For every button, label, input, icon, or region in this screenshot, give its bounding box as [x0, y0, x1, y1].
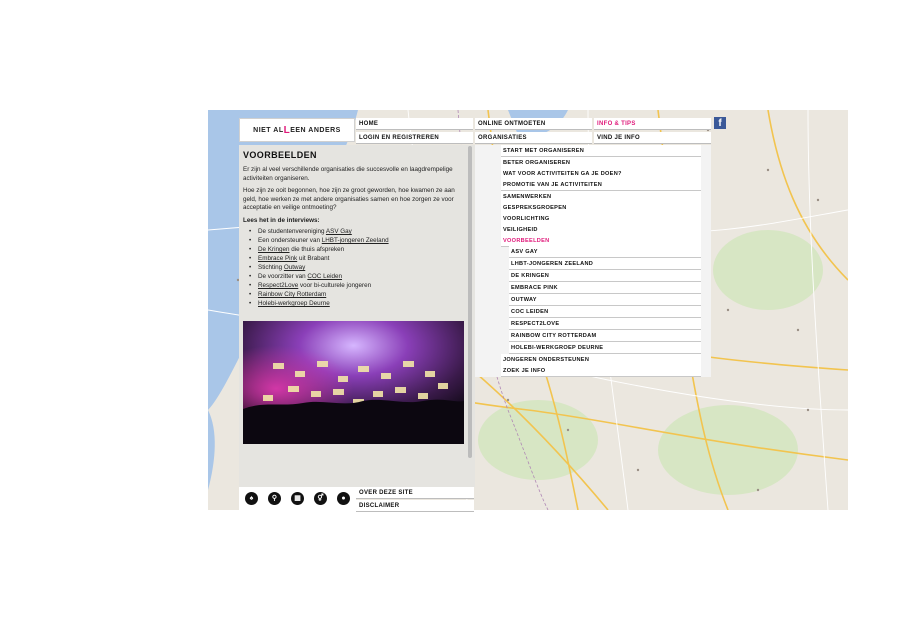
- nav-login[interactable]: LOGIN EN REGISTREREN: [356, 132, 473, 144]
- interview-link[interactable]: LHBT-jongeren Zeeland: [322, 237, 389, 244]
- interviews-list: De studentenvereniging ASV Gay Een onder…: [249, 227, 463, 308]
- list-item: De voorzitter van COC Leiden: [249, 272, 463, 281]
- page-title: VOORBEELDEN: [243, 150, 317, 160]
- dropdown-subitem[interactable]: ASV GAY: [509, 246, 701, 258]
- person-icon[interactable]: ♠: [245, 492, 258, 505]
- list-item: De Kringen die thuis afspreken: [249, 245, 463, 254]
- nav-organisaties[interactable]: ORGANISATIES: [475, 132, 592, 144]
- calendar-icon[interactable]: ▦: [291, 492, 304, 505]
- list-item: Stichting Outway: [249, 263, 463, 272]
- dropdown-subitem[interactable]: RAINBOW CITY ROTTERDAM: [509, 330, 701, 342]
- interview-link[interactable]: Rainbow City Rotterdam: [258, 291, 326, 298]
- over-deze-site-link[interactable]: OVER DEZE SITE: [356, 487, 474, 499]
- interview-link[interactable]: Outway: [284, 264, 305, 271]
- facebook-icon[interactable]: f: [714, 117, 726, 129]
- dropdown-subitem[interactable]: HOLEBI-WERKGROEP DEURNE: [509, 342, 701, 354]
- dropdown-item[interactable]: ZOEK JE INFO: [501, 365, 701, 377]
- nav-vind-je-info[interactable]: VIND JE INFO: [594, 132, 711, 144]
- dropdown-subitem[interactable]: RESPECT2LOVE: [509, 318, 701, 330]
- interview-link[interactable]: De Kringen: [258, 246, 290, 253]
- event-photo: [243, 321, 464, 444]
- content-scrollbar[interactable]: [468, 146, 472, 458]
- interview-link[interactable]: ASV Gay: [326, 228, 352, 235]
- nav-info-tips[interactable]: INFO & TIPS: [594, 118, 711, 130]
- dropdown-subitem[interactable]: LHBT-JONGEREN ZEELAND: [509, 258, 701, 270]
- dropdown-subitem[interactable]: COC LEIDEN: [509, 306, 701, 318]
- location-pin-icon[interactable]: ●: [337, 492, 350, 505]
- interviews-heading: Lees het in de interviews:: [243, 216, 320, 224]
- interview-link[interactable]: Holebi-werkgroep Deurne: [258, 300, 330, 307]
- interview-link[interactable]: Respect2Love: [258, 282, 298, 289]
- site-logo[interactable]: NIET AL L EEN ANDERS: [239, 118, 355, 142]
- icon-toolbar: ♠ ⚲ ▦ ⚥ ●: [239, 487, 356, 510]
- list-item: Een ondersteuner van LHBT-jongeren Zeela…: [249, 236, 463, 245]
- list-item: Respect2Love voor bi-culturele jongeren: [249, 281, 463, 290]
- question-paragraph: Hoe zijn ze ooit begonnen, hoe zijn ze g…: [243, 187, 455, 211]
- disclaimer-link[interactable]: DISCLAIMER: [356, 500, 474, 512]
- list-item: Rainbow City Rotterdam: [249, 290, 463, 299]
- nav-online-ontmoeten[interactable]: ONLINE ONTMOETEN: [475, 118, 592, 130]
- info-tips-dropdown: START MET ORGANISEREN BETER ORGANISEREN …: [475, 145, 711, 377]
- nav-home[interactable]: HOME: [356, 118, 473, 130]
- dropdown-item[interactable]: PROMOTIE VAN JE ACTIVITEITEN: [501, 179, 701, 191]
- logo-text-after: EEN ANDERS: [290, 126, 341, 134]
- logo-text-before: NIET AL: [253, 126, 284, 134]
- list-item: Holebi-werkgroep Deurne: [249, 299, 463, 308]
- dropdown-subitem[interactable]: DE KRINGEN: [509, 270, 701, 282]
- logo-q-letter: L: [283, 124, 291, 136]
- interview-link[interactable]: COC Leiden: [307, 273, 342, 280]
- list-item: De studentenvereniging ASV Gay: [249, 227, 463, 236]
- search-icon[interactable]: ⚲: [268, 492, 281, 505]
- gender-icon[interactable]: ⚥: [314, 492, 327, 505]
- interview-link[interactable]: Embrace Pink: [258, 255, 297, 262]
- dropdown-item[interactable]: START MET ORGANISEREN: [501, 145, 701, 157]
- list-item: Embrace Pink uit Brabant: [249, 254, 463, 263]
- dropdown-subitem[interactable]: OUTWAY: [509, 294, 701, 306]
- intro-paragraph: Er zijn al veel verschillende organisati…: [243, 166, 453, 182]
- dropdown-subitem[interactable]: EMBRACE PINK: [509, 282, 701, 294]
